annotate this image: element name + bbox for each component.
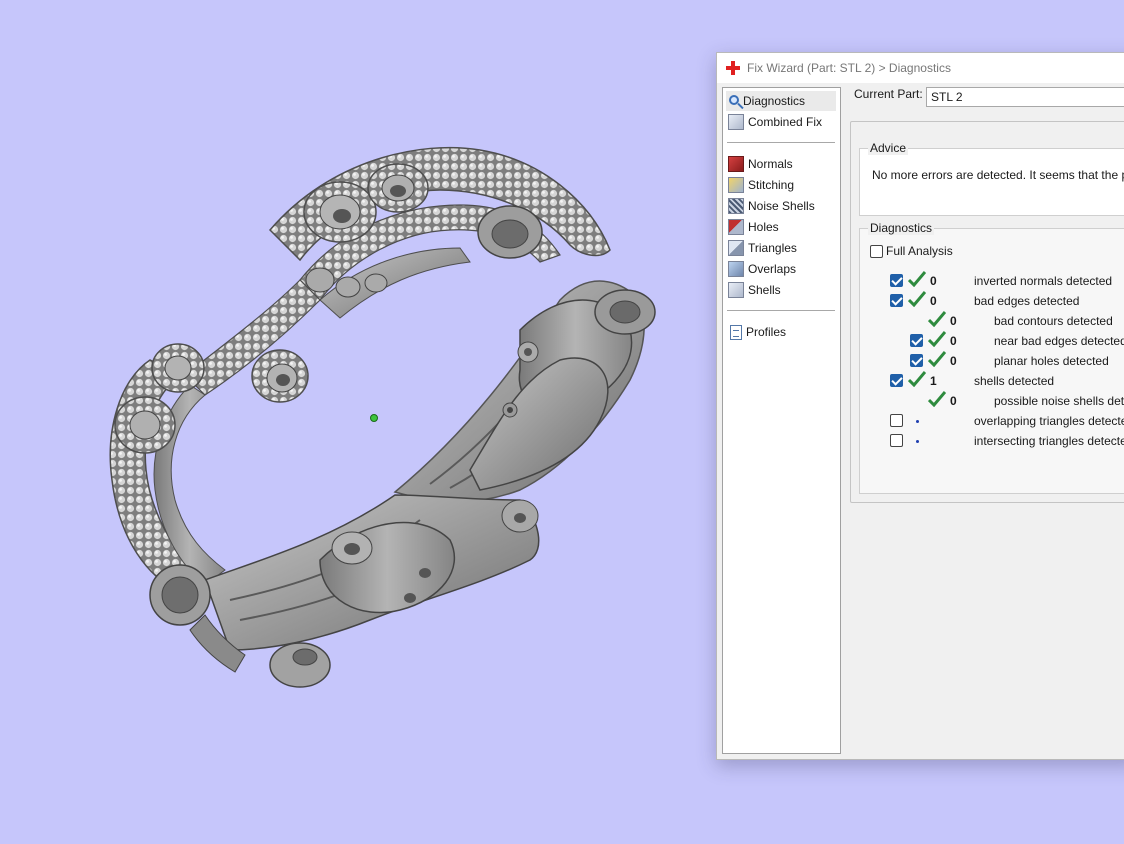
diagnostics-group: Diagnostics Full Analysis 0 inverted nor…	[859, 221, 1124, 494]
diag-value: 0	[930, 294, 937, 308]
check-ok-icon	[928, 331, 946, 347]
nav-item-normals[interactable]: Normals	[726, 154, 836, 174]
diag-label: intersecting triangles detected	[974, 434, 1124, 448]
fix-wizard-dialog: Fix Wizard (Part: STL 2) > Diagnostics D…	[716, 52, 1124, 760]
nav-item-triangles[interactable]: Triangles	[726, 238, 836, 258]
diag-value: 0	[930, 274, 937, 288]
bad-edges-checkbox[interactable]	[890, 294, 903, 307]
diag-value: 0	[950, 314, 957, 328]
diagnostics-title: Diagnostics	[868, 221, 935, 235]
diag-value: 0	[950, 354, 957, 368]
nav-item-noise-shells[interactable]: Noise Shells	[726, 196, 836, 216]
magnifier-icon	[729, 94, 739, 105]
triangles-cube-icon	[728, 240, 744, 256]
check-ok-icon	[928, 311, 946, 327]
check-ok-icon	[928, 391, 946, 407]
diag-label: overlapping triangles detected	[974, 414, 1124, 428]
nav-separator	[727, 142, 835, 143]
check-ok-icon	[908, 271, 926, 287]
check-ok-icon	[908, 371, 926, 387]
document-icon	[730, 324, 742, 340]
advice-group: Advice No more errors are detected. It s…	[859, 141, 1124, 216]
current-part-label: Current Part:	[854, 87, 923, 101]
check-ok-icon	[928, 351, 946, 367]
normals-cube-icon	[728, 156, 744, 172]
dialog-title: Fix Wizard (Part: STL 2) > Diagnostics	[747, 61, 951, 75]
shells-checkbox[interactable]	[890, 374, 903, 387]
nav-item-stitching[interactable]: Stitching	[726, 175, 836, 195]
nav-item-holes[interactable]: Holes	[726, 217, 836, 237]
dialog-title-bar[interactable]: Fix Wizard (Part: STL 2) > Diagnostics	[717, 53, 1124, 83]
diag-value: 0	[950, 334, 957, 348]
cube-icon	[728, 114, 744, 130]
full-analysis-checkbox[interactable]	[870, 245, 883, 258]
nav-item-combined-fix[interactable]: Combined Fix	[726, 112, 836, 132]
intersecting-triangles-checkbox[interactable]	[890, 434, 903, 447]
not-analyzed-dot-icon	[916, 420, 919, 423]
wizard-nav-panel: Diagnostics Combined Fix Normals Stitchi…	[722, 87, 841, 754]
ring-model[interactable]	[0, 0, 700, 844]
inverted-normals-checkbox[interactable]	[890, 274, 903, 287]
diag-value: 1	[930, 374, 937, 388]
near-bad-edges-checkbox[interactable]	[910, 334, 923, 347]
nav-item-overlaps[interactable]: Overlaps	[726, 259, 836, 279]
stitching-cube-icon	[728, 177, 744, 193]
nav-separator	[727, 310, 835, 311]
overlapping-triangles-checkbox[interactable]	[890, 414, 903, 427]
advice-title: Advice	[868, 141, 909, 155]
not-analyzed-dot-icon	[916, 440, 919, 443]
app-cross-icon	[726, 61, 740, 75]
diagnostics-panel: Advice No more errors are detected. It s…	[850, 121, 1124, 503]
nav-item-diagnostics[interactable]: Diagnostics	[726, 91, 836, 111]
diag-label: inverted normals detected	[974, 274, 1113, 288]
advice-text: No more errors are detected. It seems th…	[872, 168, 1124, 182]
diag-label: bad contours detected	[994, 314, 1113, 328]
current-part-field[interactable]	[926, 87, 1124, 107]
overlaps-cube-icon	[728, 261, 744, 277]
noise-shells-cube-icon	[728, 198, 744, 214]
diag-label: bad edges detected	[974, 294, 1080, 308]
full-analysis-label: Full Analysis	[886, 244, 953, 258]
diag-label: possible noise shells detecte	[994, 394, 1124, 408]
pivot-point-icon	[370, 414, 378, 422]
nav-item-profiles[interactable]: Profiles	[726, 322, 836, 342]
check-ok-icon	[908, 291, 926, 307]
holes-cube-icon	[728, 219, 744, 235]
planar-holes-checkbox[interactable]	[910, 354, 923, 367]
nav-item-shells[interactable]: Shells	[726, 280, 836, 300]
shells-cube-icon	[728, 282, 744, 298]
diag-label: shells detected	[974, 374, 1055, 388]
diag-label: near bad edges detected	[994, 334, 1124, 348]
diag-label: planar holes detected	[994, 354, 1109, 368]
diag-value: 0	[950, 394, 957, 408]
